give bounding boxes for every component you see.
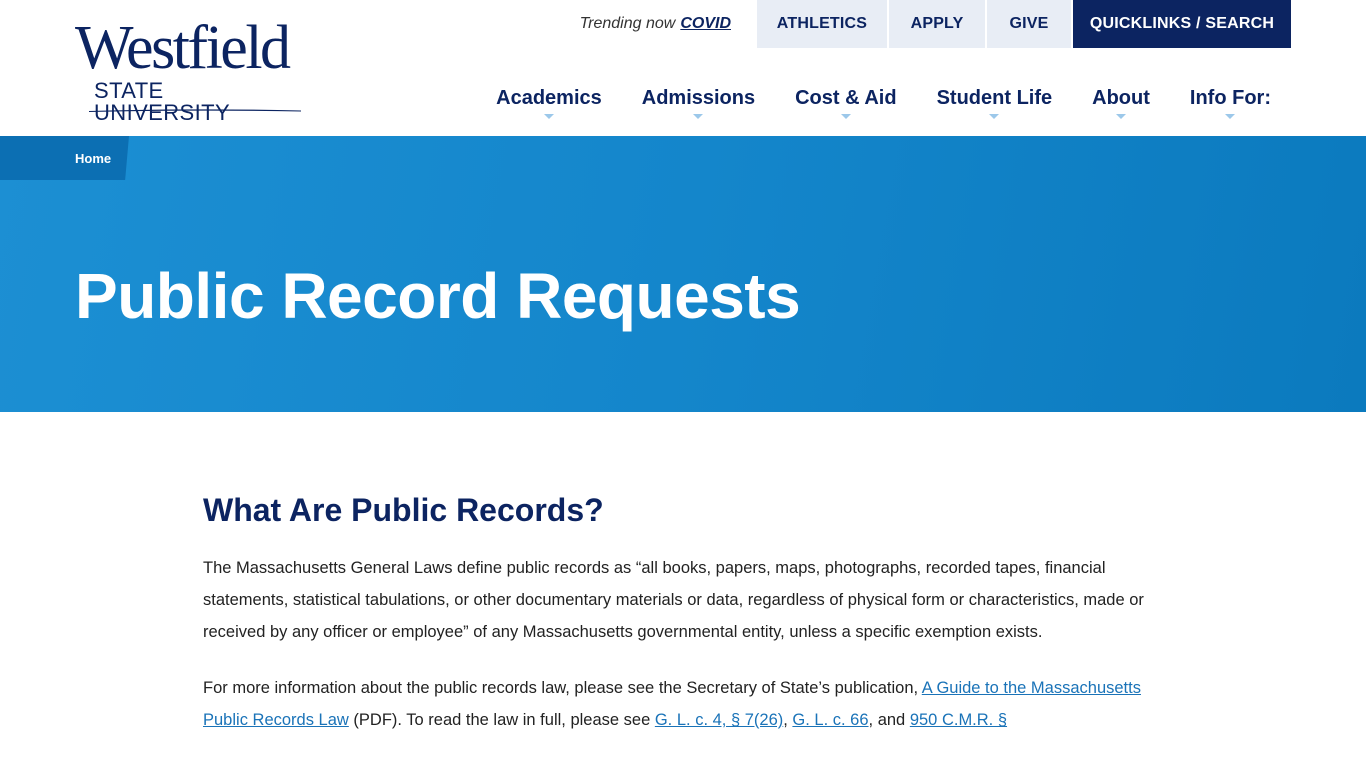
trending-now: Trending now COVID: [580, 0, 755, 48]
page-hero: Home Public Record Requests: [0, 136, 1366, 412]
logo-wordmark: Westfield: [75, 14, 291, 82]
nav-label: Admissions: [641, 87, 756, 109]
chevron-down-icon: [989, 114, 1000, 119]
chevron-down-icon: [840, 114, 851, 119]
athletics-button[interactable]: ATHLETICS: [757, 0, 887, 48]
main-content: What Are Public Records? The Massachuset…: [203, 490, 1163, 760]
breadcrumb-home-link[interactable]: Home: [75, 151, 111, 166]
nav-label: Info For:: [1189, 87, 1271, 109]
trending-label: Trending now: [579, 15, 676, 32]
gl-c66-link[interactable]: G. L. c. 66: [792, 711, 868, 729]
nav-label: Cost & Aid: [795, 87, 897, 109]
nav-label: Student Life: [936, 87, 1053, 109]
breadcrumb: Home: [0, 136, 129, 180]
nav-admissions[interactable]: Admissions: [622, 86, 775, 119]
chevron-down-icon: [693, 114, 704, 119]
nav-cost-aid[interactable]: Cost & Aid: [775, 86, 916, 119]
text-segment: (PDF). To read the law in full, please s…: [348, 711, 655, 729]
nav-student-life[interactable]: Student Life: [917, 86, 1073, 119]
chevron-down-icon: [1116, 114, 1127, 119]
gl-c4-link[interactable]: G. L. c. 4, § 7(26): [655, 711, 783, 729]
nav-label: Academics: [496, 87, 602, 109]
chevron-down-icon: [1225, 114, 1236, 119]
cmr-link[interactable]: 950 C.M.R. §: [910, 711, 1007, 729]
quicklinks-search-button[interactable]: QUICKLINKS / SEARCH: [1073, 0, 1291, 48]
nav-label: About: [1092, 87, 1150, 109]
apply-button[interactable]: APPLY: [889, 0, 985, 48]
paragraph-definition: The Massachusetts General Laws define pu…: [203, 559, 1144, 641]
page-title: Public Record Requests: [75, 260, 801, 332]
nav-about[interactable]: About: [1072, 86, 1170, 119]
westfield-logo[interactable]: Westfield STATE UNIVERSITY: [75, 14, 305, 124]
site-header: Westfield STATE UNIVERSITY Trending now …: [0, 0, 1366, 136]
trending-covid-link[interactable]: COVID: [680, 15, 731, 33]
utility-nav: Trending now COVID ATHLETICS APPLY GIVE …: [580, 0, 1291, 48]
logo-subtitle: STATE UNIVERSITY: [94, 78, 231, 125]
give-button[interactable]: GIVE: [987, 0, 1071, 48]
paragraph-more-info: For more information about the public re…: [203, 672, 1163, 736]
text-segment: , and: [868, 711, 910, 729]
nav-info-for[interactable]: Info For:: [1170, 86, 1291, 119]
nav-academics[interactable]: Academics: [476, 86, 622, 119]
section-heading: What Are Public Records?: [203, 492, 604, 528]
logo-swoosh-icon: [89, 109, 301, 112]
text-segment: For more information about the public re…: [203, 679, 922, 697]
chevron-down-icon: [543, 114, 554, 119]
main-nav: Academics Admissions Cost & Aid Student …: [476, 86, 1291, 119]
